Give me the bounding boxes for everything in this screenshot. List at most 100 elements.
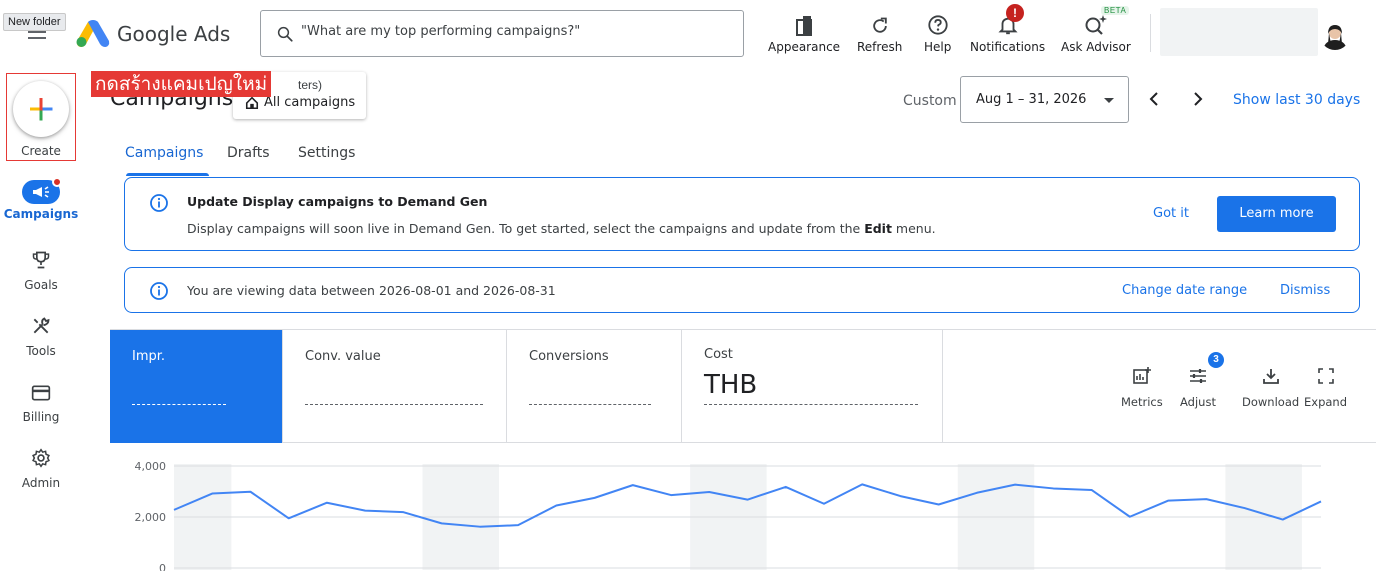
- chevron-right-icon[interactable]: [1190, 90, 1206, 108]
- banner-title: Update Display campaigns to Demand Gen: [187, 194, 488, 209]
- expand-button[interactable]: Expand: [1304, 366, 1347, 409]
- y-tick-label: 2,000: [135, 511, 167, 524]
- notifications-label: Notifications: [970, 40, 1046, 54]
- tab-settings[interactable]: Settings: [298, 145, 355, 161]
- nav-label-tools: Tools: [26, 344, 56, 358]
- adjust-label: Adjust: [1180, 395, 1216, 409]
- date-notice-banner: You are viewing data between 2026-08-01 …: [124, 267, 1360, 313]
- date-range-value: Aug 1 – 31, 2026: [976, 92, 1087, 107]
- metric-card-impressions[interactable]: Impr.: [110, 330, 283, 443]
- tab-campaigns[interactable]: Campaigns: [125, 145, 203, 161]
- metric-name: Impr.: [132, 349, 166, 364]
- metric-dashed-line: [704, 404, 918, 405]
- info-icon: [150, 194, 168, 212]
- demand-gen-banner: Update Display campaigns to Demand Gen D…: [124, 177, 1360, 251]
- line-chart: 0 2,000 4,000: [135, 460, 1322, 571]
- refresh-icon: [872, 17, 887, 33]
- ask-advisor-button[interactable]: BETA Ask Advisor: [1061, 6, 1131, 54]
- learn-more-button[interactable]: Learn more: [1217, 196, 1336, 232]
- help-label: Help: [924, 40, 952, 54]
- download-icon: [1262, 369, 1279, 384]
- nav-label-campaigns: Campaigns: [3, 207, 79, 221]
- date-custom-label: Custom: [903, 93, 957, 109]
- create-button[interactable]: Create: [6, 73, 76, 161]
- all-campaigns-selector[interactable]: All campaigns: [245, 95, 355, 110]
- divider: [1150, 14, 1151, 52]
- metrics-button[interactable]: Metrics: [1121, 366, 1163, 409]
- search-icon: [277, 26, 293, 42]
- brand-name: Google Ads: [117, 22, 231, 46]
- metric-dashed-line: [305, 404, 483, 405]
- change-date-range-link[interactable]: Change date range: [1122, 283, 1247, 298]
- metric-dashed-line: [529, 404, 651, 405]
- download-button[interactable]: Download: [1242, 366, 1299, 409]
- advisor-icon: [1085, 15, 1107, 35]
- help-icon: [928, 15, 948, 35]
- nav-item-admin[interactable]: Admin: [0, 448, 82, 490]
- tools-icon: [33, 317, 50, 334]
- nav-item-tools[interactable]: Tools: [0, 316, 82, 358]
- adjust-button[interactable]: 3 Adjust: [1180, 352, 1224, 409]
- tooltip: New folder: [3, 13, 66, 31]
- beta-tag: BETA: [1101, 6, 1130, 15]
- account-selector[interactable]: [1160, 8, 1318, 56]
- campaigns-icon: [33, 186, 49, 198]
- appearance-icon: [796, 16, 813, 36]
- notifications-button[interactable]: ! Notifications: [970, 4, 1046, 54]
- gear-icon: [32, 448, 50, 468]
- metric-card-conv-value[interactable]: Conv. value: [283, 330, 507, 443]
- notifications-badge: !: [1006, 4, 1024, 22]
- tab-drafts[interactable]: Drafts: [227, 145, 270, 161]
- top-bar: New folder Google Ads Appearance Refresh…: [0, 0, 1376, 68]
- help-button[interactable]: Help: [924, 6, 951, 54]
- nav-item-campaigns[interactable]: Campaigns: [0, 177, 82, 221]
- date-notice-text: You are viewing data between 2026-08-01 …: [187, 283, 556, 298]
- avatar[interactable]: [1320, 20, 1350, 50]
- annotation-label: กดสร้างแคมเปญใหม่: [91, 71, 272, 97]
- appearance-label: Appearance: [768, 40, 841, 54]
- expand-icon: [1317, 368, 1334, 384]
- got-it-button[interactable]: Got it: [1153, 206, 1189, 221]
- metrics-icon: [1133, 367, 1151, 384]
- active-tab-indicator: [126, 173, 209, 176]
- create-circle[interactable]: [13, 81, 69, 137]
- metric-name: Cost: [704, 347, 733, 362]
- appearance-button[interactable]: Appearance: [768, 6, 840, 54]
- campaigns-alert-dot: [52, 177, 62, 187]
- date-range-picker[interactable]: Aug 1 – 31, 2026: [960, 76, 1129, 123]
- metrics-label: Metrics: [1121, 395, 1163, 409]
- metric-card-conversions[interactable]: Conversions: [507, 330, 682, 443]
- y-tick-label: 0: [159, 562, 166, 571]
- search-bar[interactable]: [260, 10, 744, 57]
- banner-body: Display campaigns will soon live in Dema…: [187, 221, 936, 236]
- nav-label-billing: Billing: [22, 410, 60, 424]
- nav-label-goals: Goals: [24, 278, 58, 292]
- info-icon: [150, 282, 168, 300]
- plus-icon: [30, 98, 53, 121]
- download-label: Download: [1242, 395, 1300, 409]
- dismiss-link[interactable]: Dismiss: [1280, 283, 1330, 298]
- metric-card-cost[interactable]: Cost THB: [682, 330, 943, 443]
- refresh-label: Refresh: [857, 40, 903, 54]
- nav-item-goals[interactable]: Goals: [0, 250, 82, 292]
- nav-item-billing[interactable]: Billing: [0, 384, 82, 424]
- refresh-button[interactable]: Refresh: [857, 6, 902, 54]
- google-ads-logo: [76, 20, 110, 47]
- chevron-left-icon[interactable]: [1146, 90, 1162, 108]
- trophy-icon: [32, 251, 50, 269]
- search-input[interactable]: [301, 24, 721, 39]
- metric-dashed-line: [132, 404, 226, 405]
- expand-label: Expand: [1304, 395, 1348, 409]
- nav-label-admin: Admin: [21, 476, 61, 490]
- metric-name: Conv. value: [305, 349, 381, 364]
- adjust-badge: 3: [1208, 352, 1224, 368]
- create-label: Create: [21, 144, 61, 158]
- filters-label: ters): [298, 78, 322, 92]
- show-last-30-days-link[interactable]: Show last 30 days: [1233, 92, 1360, 108]
- y-tick-label: 4,000: [135, 460, 167, 473]
- adjust-icon: [1189, 369, 1206, 383]
- chevron-down-icon: [1104, 98, 1114, 103]
- metrics-bar: Impr. Conv. value Conversions Cost THB M…: [110, 329, 1376, 443]
- ask-advisor-label: Ask Advisor: [1061, 40, 1131, 54]
- all-campaigns-label: All campaigns: [264, 95, 356, 110]
